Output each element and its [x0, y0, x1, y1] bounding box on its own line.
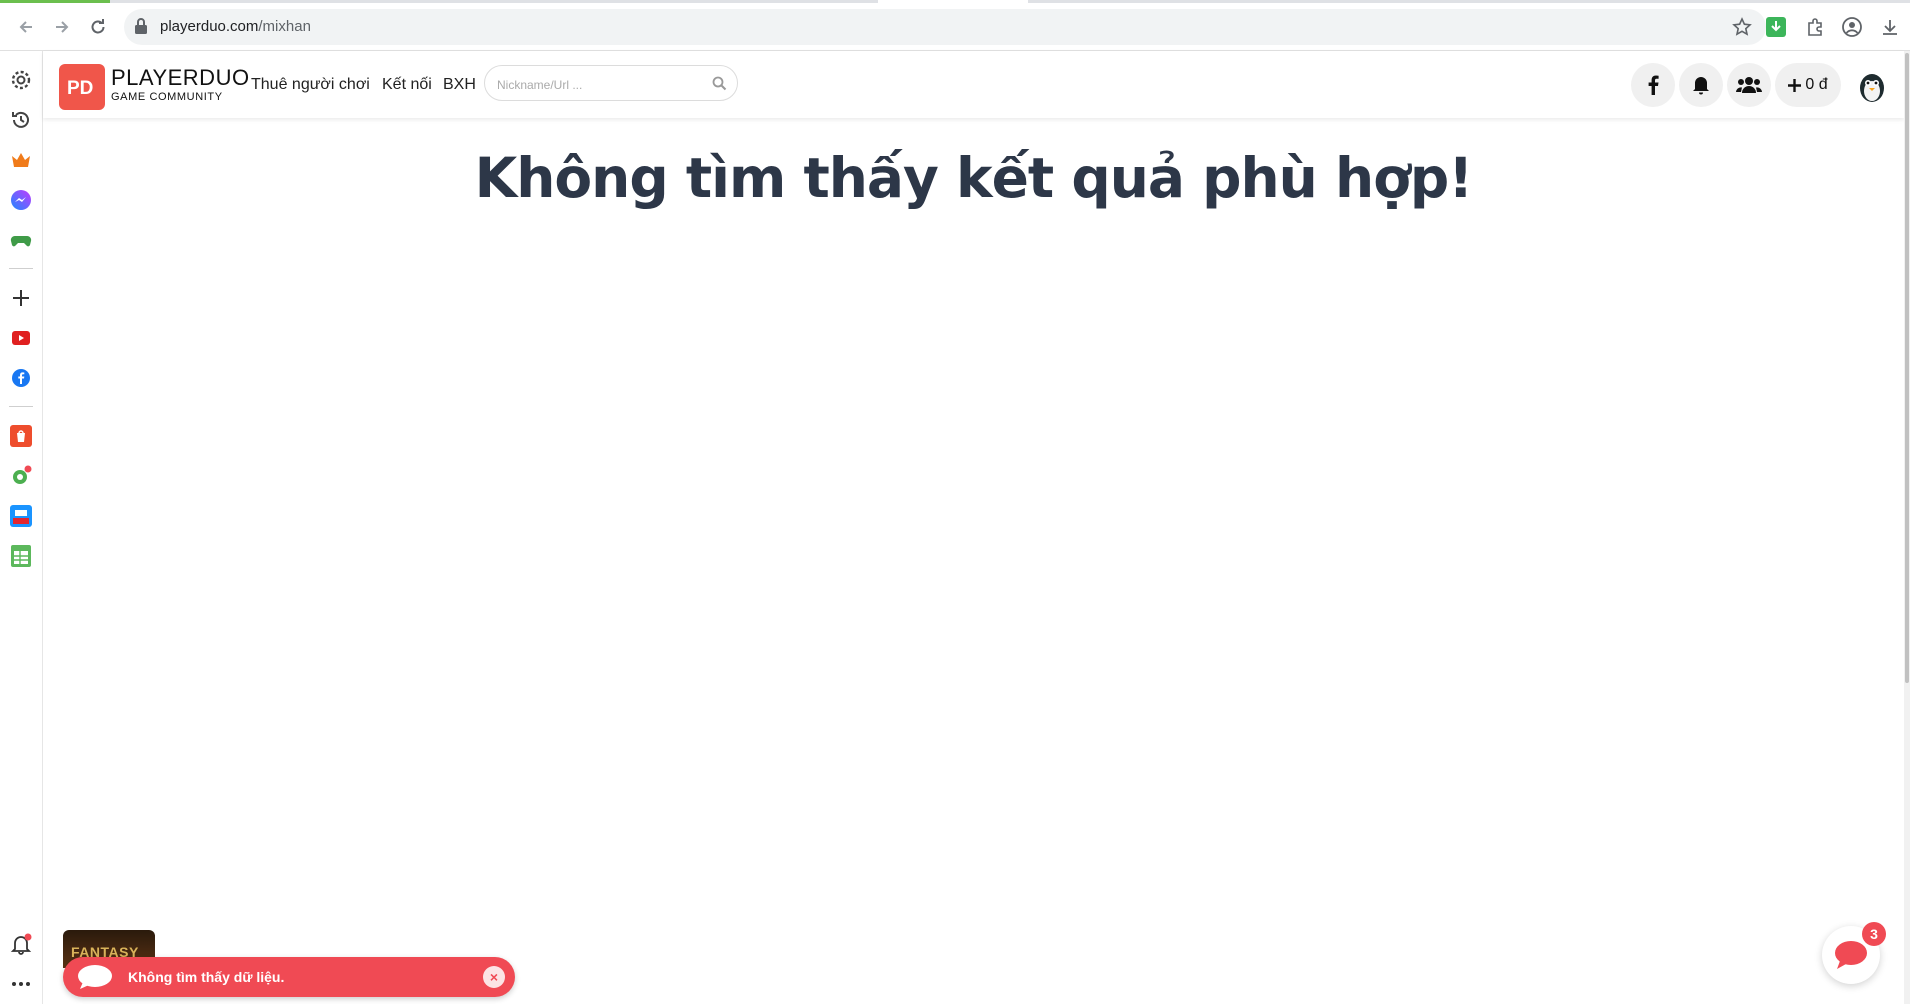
tiki-icon[interactable]: [8, 503, 34, 529]
url-text: playerduo.com/mixhan: [160, 18, 311, 35]
arrow-left-icon: [19, 21, 32, 33]
more-options-icon[interactable]: [8, 971, 34, 997]
bookmark-star-icon[interactable]: [1732, 17, 1752, 42]
sidebar-divider: [9, 406, 33, 407]
logo-subtitle: GAME COMMUNITY: [111, 91, 223, 103]
penguin-avatar-icon: [1851, 65, 1893, 107]
users-icon: [1736, 77, 1762, 93]
toast-close-button[interactable]: ×: [483, 966, 505, 988]
logo[interactable]: PD: [59, 64, 105, 110]
bell-icon: [1693, 77, 1709, 95]
nav-hire-players[interactable]: Thuê người chơi: [251, 76, 370, 94]
settings-gear-icon[interactable]: [8, 67, 34, 93]
page-scrollbar[interactable]: [1904, 51, 1910, 1004]
crown-icon[interactable]: [8, 147, 34, 173]
nav-connect[interactable]: Kết nối: [382, 76, 432, 94]
scrollbar-thumb[interactable]: [1905, 53, 1909, 683]
playerduo-logo-icon: PD: [67, 78, 93, 98]
maps-extension-icon[interactable]: [8, 463, 34, 489]
youtube-icon[interactable]: [8, 325, 34, 351]
toast-message: Không tìm thấy dữ liệu.: [128, 969, 285, 985]
lock-icon: [134, 17, 148, 40]
forward-button[interactable]: [48, 13, 76, 41]
sidebar-divider: [9, 268, 33, 269]
search-input[interactable]: [495, 74, 699, 96]
arrow-right-icon: [56, 21, 69, 33]
history-icon[interactable]: [8, 107, 34, 133]
plus-icon: [1788, 78, 1802, 92]
search-box: [484, 65, 738, 101]
add-icon[interactable]: [8, 285, 34, 311]
download-extension-icon[interactable]: [1764, 15, 1788, 39]
notifications-button[interactable]: [1679, 63, 1723, 107]
facebook-button[interactable]: [1631, 63, 1675, 107]
wallet-balance: 0 đ: [1805, 76, 1828, 93]
reload-icon: [91, 19, 105, 34]
logo-wordmark[interactable]: PLAYERDUO GAME COMMUNITY: [111, 65, 250, 104]
site-header: PD PLAYERDUO GAME COMMUNITY Thuê người c…: [43, 51, 1904, 118]
downloads-icon[interactable]: [1878, 15, 1902, 39]
wallet-button[interactable]: 0 đ: [1775, 63, 1841, 107]
browser-toolbar: playerduo.com/mixhan: [0, 3, 1910, 51]
browser-sidebar: [0, 51, 43, 1004]
shopee-icon[interactable]: [8, 423, 34, 449]
sheets-icon[interactable]: [8, 543, 34, 569]
address-bar[interactable]: playerduo.com/mixhan: [124, 9, 1766, 45]
error-toast: Không tìm thấy dữ liệu. ×: [63, 957, 515, 997]
no-results-heading: Không tìm thấy kết quả phù hợp!: [474, 146, 1474, 210]
facebook-icon[interactable]: [8, 365, 34, 391]
reload-button[interactable]: [84, 13, 112, 41]
search-icon[interactable]: [712, 76, 727, 96]
chat-unread-badge: 3: [1862, 922, 1886, 946]
logo-mark: PD: [67, 78, 93, 98]
user-avatar[interactable]: [1851, 65, 1893, 107]
profile-icon[interactable]: [1840, 15, 1864, 39]
extensions-puzzle-icon[interactable]: [1803, 15, 1827, 39]
gamepad-icon[interactable]: [8, 227, 34, 253]
notifications-bell-icon[interactable]: [8, 931, 34, 957]
nav-leaderboard[interactable]: BXH: [443, 76, 476, 94]
friends-button[interactable]: [1727, 63, 1771, 107]
logo-title: PLAYERDUO: [111, 65, 250, 90]
back-button[interactable]: [12, 13, 40, 41]
messenger-icon[interactable]: [8, 187, 34, 213]
chat-bubble-icon: [1835, 941, 1867, 969]
speech-bubble-icon: [77, 964, 113, 995]
facebook-f-icon: [1648, 75, 1659, 95]
